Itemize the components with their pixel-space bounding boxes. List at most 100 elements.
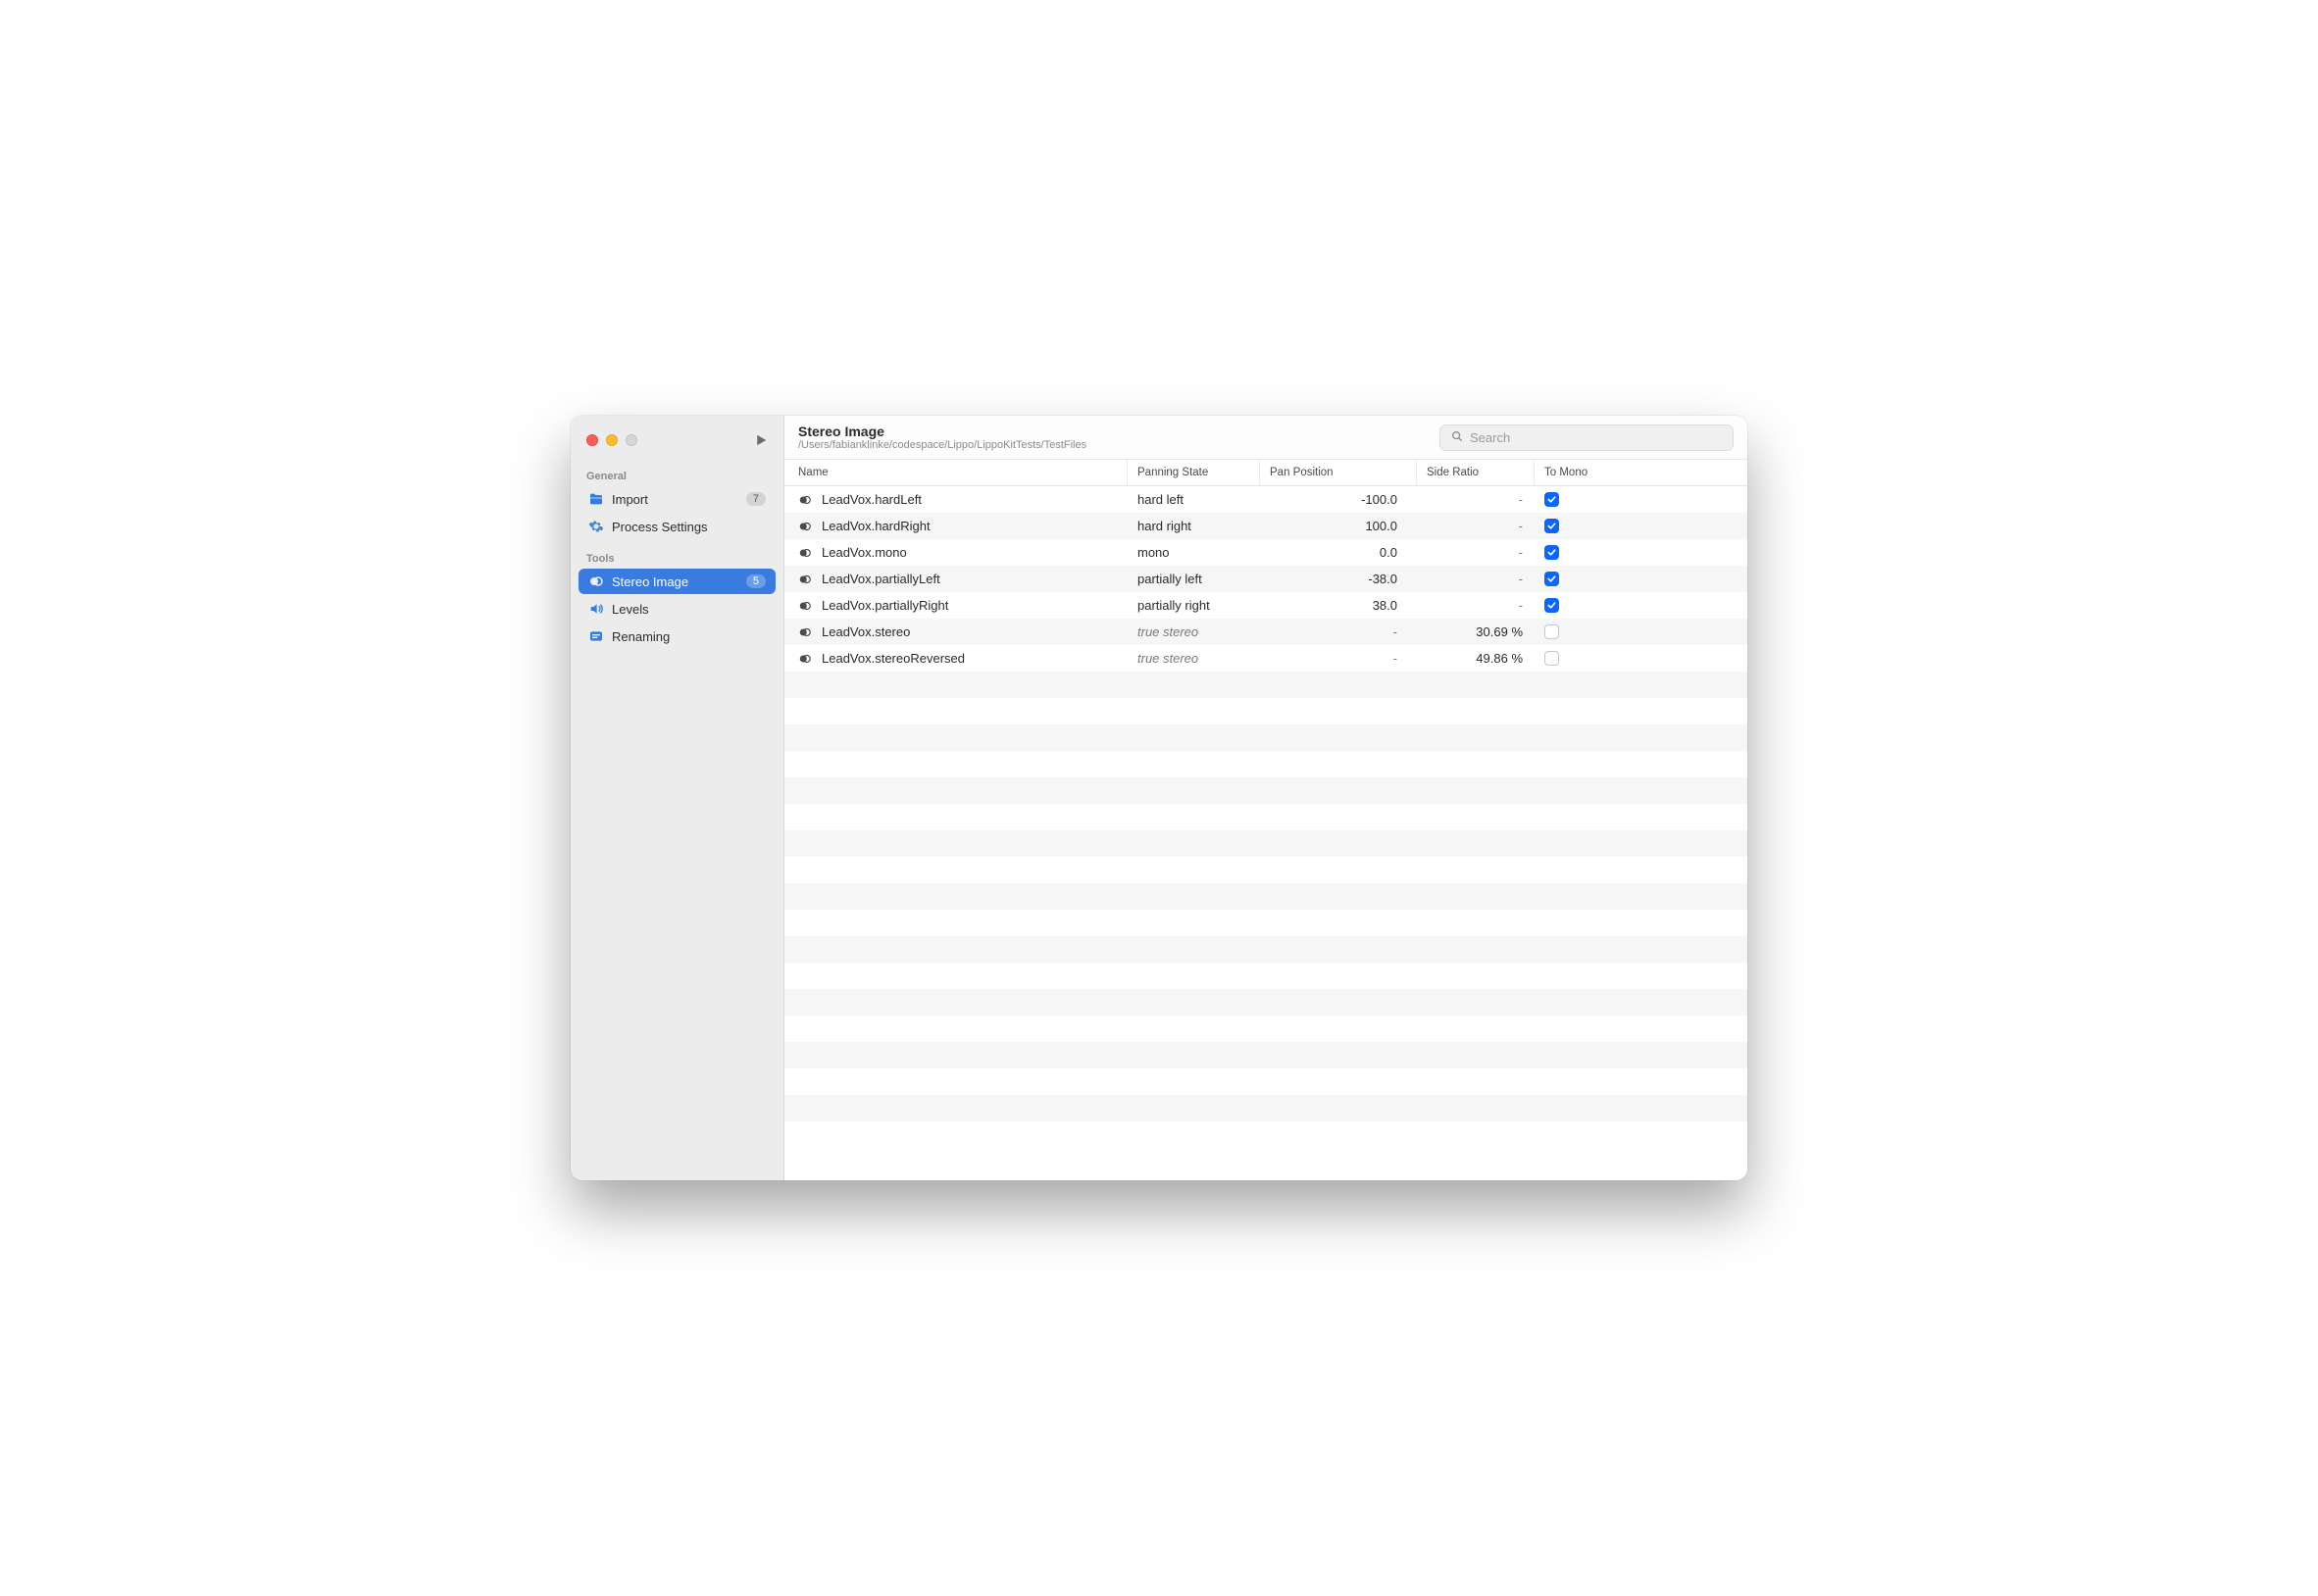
cell-side-ratio: 30.69 %	[1417, 621, 1535, 643]
toolbar: Stereo Image /Users/fabianklinke/codespa…	[784, 416, 1747, 460]
column-panning-state[interactable]: Panning State	[1128, 460, 1260, 485]
sidebar-item-label: Renaming	[612, 629, 670, 644]
stereo-icon	[798, 573, 812, 586]
empty-row	[784, 857, 1747, 883]
empty-row	[784, 1069, 1747, 1095]
cell-name: LeadVox.hardLeft	[822, 492, 922, 507]
to-mono-checkbox[interactable]	[1544, 492, 1559, 507]
play-button[interactable]	[752, 431, 770, 449]
sidebar: GeneralImport7Process SettingsToolsStere…	[571, 416, 784, 1180]
stereo-icon	[798, 520, 812, 533]
page-subtitle: /Users/fabianklinke/codespace/Lippo/Lipp…	[798, 439, 1086, 451]
to-mono-checkbox[interactable]	[1544, 651, 1559, 666]
table-header: Name Panning State Pan Position Side Rat…	[784, 460, 1747, 486]
sidebar-item-label: Process Settings	[612, 520, 708, 534]
empty-row	[784, 698, 1747, 724]
table-row[interactable]: LeadVox.hardRighthard right100.0-	[784, 513, 1747, 539]
sidebar-item-renaming[interactable]: Renaming	[579, 623, 776, 649]
page-title: Stereo Image	[798, 424, 1086, 439]
sidebar-item-process[interactable]: Process Settings	[579, 514, 776, 539]
stereo-icon	[798, 546, 812, 560]
column-to-mono[interactable]: To Mono	[1535, 460, 1726, 485]
empty-row	[784, 672, 1747, 698]
search-input[interactable]	[1470, 430, 1723, 445]
sidebar-item-import[interactable]: Import 7	[579, 486, 776, 512]
cell-pan-position: 100.0	[1260, 515, 1417, 537]
to-mono-checkbox[interactable]	[1544, 598, 1559, 613]
sidebar-section-label: Tools	[571, 541, 783, 569]
zoom-button[interactable]	[626, 434, 637, 446]
empty-row	[784, 910, 1747, 936]
column-pan-position[interactable]: Pan Position	[1260, 460, 1417, 485]
cell-pan-position: -38.0	[1260, 568, 1417, 590]
cell-pan-position: -	[1260, 647, 1417, 670]
cell-side-ratio: -	[1417, 568, 1535, 590]
to-mono-checkbox[interactable]	[1544, 519, 1559, 533]
cell-name: LeadVox.mono	[822, 545, 907, 560]
empty-row	[784, 1042, 1747, 1069]
cell-side-ratio: -	[1417, 515, 1535, 537]
cell-pan-position: 0.0	[1260, 541, 1417, 564]
column-side-ratio[interactable]: Side Ratio	[1417, 460, 1535, 485]
empty-row	[784, 936, 1747, 963]
cell-panning-state: partially right	[1128, 594, 1260, 617]
main-panel: Stereo Image /Users/fabianklinke/codespa…	[784, 416, 1747, 1180]
cell-side-ratio: 49.86 %	[1417, 647, 1535, 670]
stereo-icon	[798, 652, 812, 666]
cell-side-ratio: -	[1417, 488, 1535, 511]
cell-pan-position: 38.0	[1260, 594, 1417, 617]
cell-name: LeadVox.stereoReversed	[822, 651, 965, 666]
cell-pan-position: -	[1260, 621, 1417, 643]
cell-pan-position: -100.0	[1260, 488, 1417, 511]
table-row[interactable]: LeadVox.stereo true stereo-30.69 %	[784, 619, 1747, 645]
empty-row	[784, 1016, 1747, 1042]
minimize-button[interactable]	[606, 434, 618, 446]
table-row[interactable]: LeadVox.partiallyLeftpartially left-38.0…	[784, 566, 1747, 592]
cell-name: LeadVox.stereo	[822, 624, 910, 639]
sidebar-item-stereo[interactable]: Stereo Image 5	[579, 569, 776, 594]
to-mono-checkbox[interactable]	[1544, 545, 1559, 560]
column-name[interactable]: Name	[784, 460, 1128, 485]
gears-icon	[588, 519, 604, 534]
speaker-icon	[588, 601, 604, 617]
empty-row	[784, 724, 1747, 751]
sidebar-item-label: Levels	[612, 602, 649, 617]
table-row[interactable]: LeadVox.stereoReversed true stereo-49.86 …	[784, 645, 1747, 672]
sidebar-item-label: Stereo Image	[612, 574, 688, 589]
table-row[interactable]: LeadVox.hardLeft hard left-100.0-	[784, 486, 1747, 513]
text-icon	[588, 628, 604, 644]
table-row[interactable]: LeadVox.partiallyRight partially right38.…	[784, 592, 1747, 619]
to-mono-checkbox[interactable]	[1544, 624, 1559, 639]
empty-row	[784, 989, 1747, 1016]
titlebar	[571, 416, 783, 459]
empty-row	[784, 883, 1747, 910]
cell-name: LeadVox.hardRight	[822, 519, 931, 533]
close-button[interactable]	[586, 434, 598, 446]
cell-panning-state: true stereo	[1128, 621, 1260, 643]
empty-row	[784, 1095, 1747, 1122]
folder-icon	[588, 491, 604, 507]
stereo-icon	[588, 574, 604, 589]
empty-row	[784, 963, 1747, 989]
sidebar-item-levels[interactable]: Levels	[579, 596, 776, 622]
window-controls	[586, 434, 637, 446]
table-body: LeadVox.hardLefthard left-100.0-LeadVox.…	[784, 486, 1747, 1180]
cell-panning-state: hard left	[1128, 488, 1260, 511]
sidebar-badge: 7	[746, 492, 766, 506]
sidebar-badge: 5	[746, 574, 766, 588]
cell-side-ratio: -	[1417, 541, 1535, 564]
sidebar-item-label: Import	[612, 492, 648, 507]
search-icon	[1450, 429, 1464, 446]
search-field[interactable]	[1439, 424, 1734, 451]
stereo-icon	[798, 493, 812, 507]
cell-side-ratio: -	[1417, 594, 1535, 617]
table-row[interactable]: LeadVox.mono mono0.0-	[784, 539, 1747, 566]
cell-panning-state: true stereo	[1128, 647, 1260, 670]
to-mono-checkbox[interactable]	[1544, 572, 1559, 586]
app-window: GeneralImport7Process SettingsToolsStere…	[571, 416, 1747, 1180]
empty-row	[784, 751, 1747, 777]
cell-panning-state: partially left	[1128, 568, 1260, 590]
cell-name: LeadVox.partiallyRight	[822, 598, 948, 613]
cell-panning-state: mono	[1128, 541, 1260, 564]
stereo-icon	[798, 625, 812, 639]
